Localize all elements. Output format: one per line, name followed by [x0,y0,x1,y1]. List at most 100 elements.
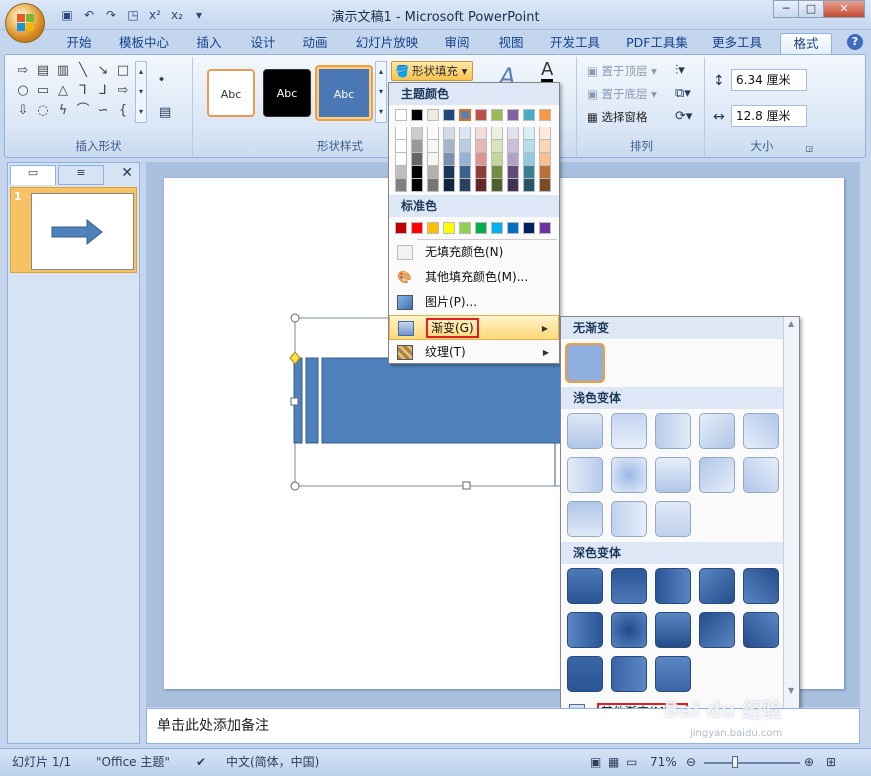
theme-color-shade-swatch[interactable] [507,153,519,166]
dark-gradient-swatch[interactable] [743,612,779,648]
standard-color-swatch[interactable] [411,222,423,234]
tab-slideshow[interactable]: 幻灯片放映 [350,33,424,54]
theme-color-shade-swatch[interactable] [459,166,471,179]
theme-color-shade-swatch[interactable] [523,179,535,192]
zoom-slider-thumb[interactable] [732,756,738,768]
theme-color-shade-swatch[interactable] [443,140,455,153]
slideshow-view-icon[interactable]: ▭ [626,749,637,775]
theme-color-shade-swatch[interactable] [507,127,519,140]
theme-color-shade-swatch[interactable] [475,140,487,153]
scroll-up-icon[interactable]: ▲ [788,319,794,328]
close-button[interactable]: ✕ [823,0,865,18]
theme-color-swatch[interactable] [491,109,503,121]
theme-color-shade-swatch[interactable] [395,140,407,153]
resize-handle-tl[interactable] [290,313,300,323]
theme-color-shade-swatch[interactable] [459,179,471,192]
shape-fill-button[interactable]: 🪣 形状填充 ▾ [391,61,473,81]
tab-animation[interactable]: 动画 [294,33,336,54]
theme-color-shade-swatch[interactable] [459,127,471,140]
help-icon[interactable]: ? [847,34,863,50]
chevron-shape-icon[interactable]: ⇨ [113,81,133,101]
dark-gradient-swatch[interactable] [655,568,691,604]
zoom-in-icon[interactable]: ⊕ [804,749,814,775]
tab-more-tools[interactable]: 更多工具 [706,33,768,54]
fit-to-window-icon[interactable]: ⊞ [826,749,836,775]
arc-shape-icon[interactable]: ⌒ [73,101,93,121]
theme-color-shade-swatch[interactable] [443,179,455,192]
oval-shape-icon[interactable]: ○ [13,81,33,101]
light-gradient-swatch[interactable] [567,413,603,449]
light-gradient-swatch[interactable] [655,413,691,449]
theme-color-shade-swatch[interactable] [411,179,423,192]
theme-color-shade-swatch[interactable] [395,127,407,140]
brace-shape-icon[interactable]: { [113,101,133,121]
theme-color-shade-swatch[interactable] [491,153,503,166]
theme-color-swatch[interactable] [475,109,487,121]
theme-color-shade-swatch[interactable] [395,166,407,179]
connector-shape-icon[interactable]: ⅂ [73,81,93,101]
tab-view[interactable]: 视图 [490,33,532,54]
standard-color-swatch[interactable] [459,222,471,234]
theme-color-shade-swatch[interactable] [491,140,503,153]
theme-color-swatch[interactable] [411,109,423,121]
minimize-button[interactable]: ─ [773,0,799,18]
dark-gradient-swatch[interactable] [567,568,603,604]
textbox-icon[interactable]: ▤ [159,105,171,120]
theme-color-shade-swatch[interactable] [443,166,455,179]
theme-color-shade-swatch[interactable] [459,153,471,166]
textbox-shape-icon[interactable]: ▤ [33,61,53,81]
rotate-icon[interactable]: ⟳▾ [675,109,692,124]
light-gradient-swatch[interactable] [743,457,779,493]
standard-color-swatch[interactable] [523,222,535,234]
lightning-shape-icon[interactable]: ϟ [53,101,73,121]
dark-gradient-swatch[interactable] [611,656,647,692]
tab-template-center[interactable]: 模板中心 [112,33,176,54]
theme-color-swatch[interactable] [507,109,519,121]
theme-color-shade-swatch[interactable] [523,127,535,140]
theme-color-shade-swatch[interactable] [539,179,551,192]
style-preset-black[interactable]: Abc [263,69,311,117]
edit-shape-icon[interactable]: ⬩ [159,71,164,87]
arrow-line-shape-icon[interactable]: ↘ [93,61,113,81]
light-gradient-swatch[interactable] [655,501,691,537]
style-preset-blue-selected[interactable]: Abc [315,65,373,121]
theme-color-swatch[interactable] [427,109,439,121]
theme-color-shade-swatch[interactable] [523,166,535,179]
shape-gallery-scroll[interactable]: ▴ ▾ ▾ [135,61,147,123]
size-dialog-launcher-icon[interactable]: ◲ [805,144,813,153]
theme-color-shade-swatch[interactable] [507,166,519,179]
selection-pane-button[interactable]: ▦ 选择窗格 [587,109,648,125]
theme-color-swatch[interactable] [443,109,455,121]
tab-pdf-tools[interactable]: PDF工具集 [620,33,694,54]
standard-color-swatch[interactable] [443,222,455,234]
theme-color-shade-swatch[interactable] [539,127,551,140]
theme-color-shade-swatch[interactable] [491,166,503,179]
language-indicator[interactable]: 中文(简体，中国) [226,749,319,775]
arrow-down-shape-icon[interactable]: ⇩ [13,101,33,121]
resize-handle-bl[interactable] [290,481,300,491]
theme-color-swatch[interactable] [395,109,407,121]
theme-color-shade-swatch[interactable] [491,179,503,192]
theme-color-shade-swatch[interactable] [491,127,503,140]
theme-color-swatch[interactable] [459,109,471,121]
gradient-submenu-scrollbar[interactable]: ▲ ▼ [783,317,799,727]
maximize-button[interactable]: □ [798,0,824,18]
light-gradient-swatch[interactable] [611,413,647,449]
spellcheck-icon[interactable]: ✔ [196,749,206,775]
theme-color-shade-swatch[interactable] [523,140,535,153]
standard-color-swatch[interactable] [475,222,487,234]
bring-to-front-button[interactable]: ▣ 置于顶层 ▾ [587,63,657,79]
zoom-level[interactable]: 71% [650,749,677,775]
close-panel-icon[interactable]: ✕ [121,165,133,181]
outline-tab[interactable]: ≡ [58,165,104,185]
triangle-shape-icon[interactable]: △ [53,81,73,101]
theme-color-shade-swatch[interactable] [411,127,423,140]
light-gradient-swatch[interactable] [699,457,735,493]
theme-color-shade-swatch[interactable] [427,153,439,166]
dark-gradient-swatch[interactable] [699,612,735,648]
elbow-connector-shape-icon[interactable]: ⅃ [93,81,113,101]
style-gallery-scroll[interactable]: ▴ ▾ ▾ [375,61,387,123]
vertical-textbox-shape-icon[interactable]: ▥ [53,61,73,81]
zoom-out-icon[interactable]: ⊖ [686,749,696,775]
light-gradient-swatch[interactable] [611,501,647,537]
